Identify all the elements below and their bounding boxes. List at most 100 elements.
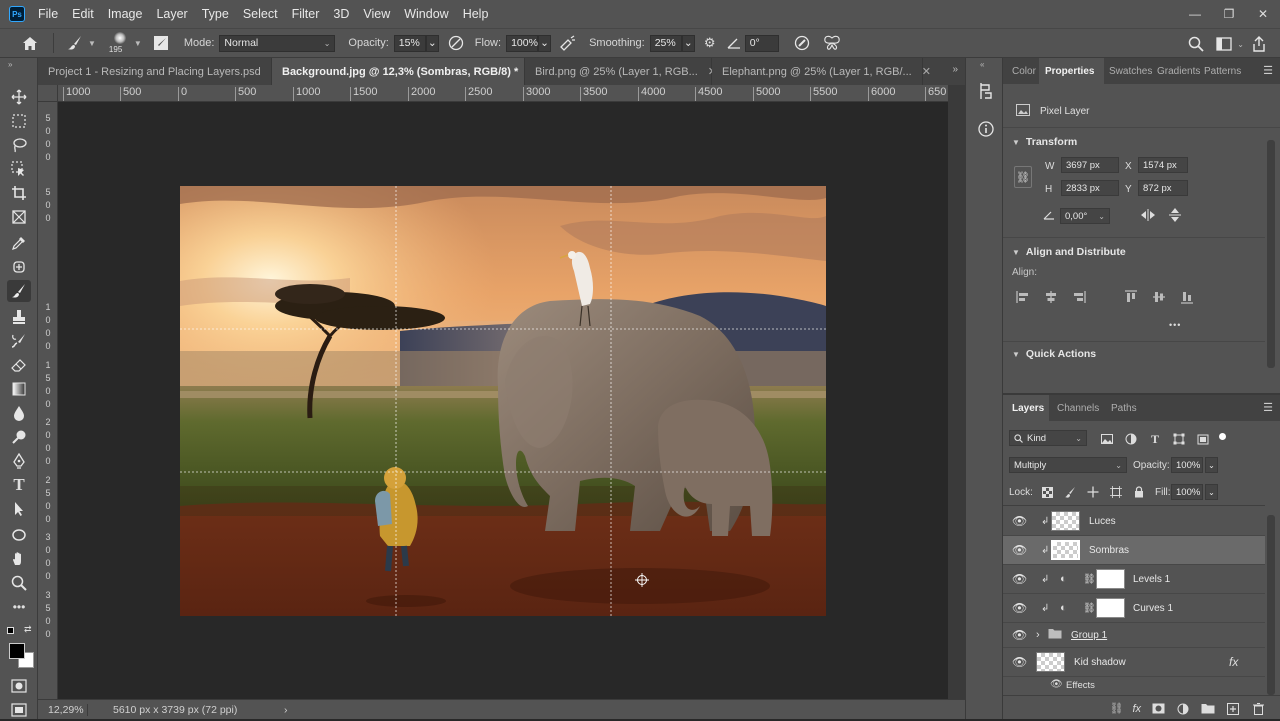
lock-pixels-icon[interactable] xyxy=(1062,484,1078,500)
blur-tool-icon[interactable] xyxy=(7,402,31,424)
search-icon[interactable] xyxy=(1185,34,1207,54)
pressure-size-icon[interactable] xyxy=(791,33,813,53)
object-selection-tool-icon[interactable] xyxy=(7,158,31,180)
rotation-input[interactable]: 0,00° ⌄ xyxy=(1060,208,1110,224)
zoom-tool-icon[interactable] xyxy=(7,572,31,594)
info-panel-icon[interactable] xyxy=(975,118,997,140)
fill-dropdown-icon[interactable]: ⌄ xyxy=(1205,484,1218,500)
layer-row-curves-1[interactable]: 👁 ↲ ◐ ⛓ Curves 1 xyxy=(1003,594,1265,623)
effects-row[interactable]: 👁 Effects xyxy=(1003,677,1265,695)
mode-select[interactable]: Normal ⌄ xyxy=(219,34,336,52)
screen-mode-icon[interactable] xyxy=(7,699,31,721)
tab-color[interactable]: Color xyxy=(1003,58,1039,84)
ellipse-tool-icon[interactable] xyxy=(7,524,31,546)
more-align-options-icon[interactable]: ••• xyxy=(1169,320,1181,330)
opacity-dropdown-icon[interactable]: ⌄ xyxy=(425,34,439,52)
add-layer-style-icon[interactable]: fx xyxy=(1132,703,1141,715)
swap-colors-icon[interactable]: ⇄ xyxy=(24,624,32,635)
default-colors-icon[interactable] xyxy=(7,627,14,634)
healing-brush-tool-icon[interactable] xyxy=(7,256,31,278)
filter-pixel-icon[interactable] xyxy=(1099,431,1115,447)
smoothing-input[interactable]: 25% xyxy=(649,34,682,52)
brush-settings-icon[interactable] xyxy=(150,33,172,53)
smoothing-dropdown-icon[interactable]: ⌄ xyxy=(681,34,695,52)
visibility-eye-icon[interactable]: 👁 xyxy=(1012,655,1027,669)
tab-elephant-png[interactable]: Elephant.png @ 25% (Layer 1, RGB/... ✕ xyxy=(712,58,931,85)
layer-row-kid-shadow[interactable]: 👁 Kid shadow fx xyxy=(1003,648,1265,677)
brush-size-dropdown-icon[interactable]: ▼ xyxy=(134,39,142,48)
eyedropper-tool-icon[interactable] xyxy=(7,232,31,254)
history-brush-tool-icon[interactable] xyxy=(7,330,31,352)
layer-row-levels-1[interactable]: 👁 ↲ ◐ ⛓ Levels 1 xyxy=(1003,565,1265,594)
visibility-eye-icon[interactable]: 👁 xyxy=(1012,572,1027,586)
frame-tool-icon[interactable] xyxy=(7,206,31,228)
menu-layer[interactable]: Layer xyxy=(149,7,194,21)
hand-tool-icon[interactable] xyxy=(7,548,31,570)
menu-filter[interactable]: Filter xyxy=(285,7,327,21)
horizontal-ruler[interactable]: 1000 500 0 500 1000 1500 2000 2500 3000 … xyxy=(58,85,948,102)
flip-vertical-icon[interactable] xyxy=(1169,207,1181,226)
align-horizontal-center-icon[interactable] xyxy=(1043,289,1059,305)
flow-dropdown-icon[interactable]: ⌄ xyxy=(538,34,552,52)
filter-adjustment-icon[interactable] xyxy=(1123,431,1139,447)
layer-name[interactable]: Sombras xyxy=(1089,545,1129,556)
menu-select[interactable]: Select xyxy=(236,7,285,21)
layer-opacity-dropdown-icon[interactable]: ⌄ xyxy=(1205,457,1218,473)
link-layers-icon[interactable]: ⛓ xyxy=(1109,702,1123,715)
mask-link-icon[interactable]: ⛓ xyxy=(1083,603,1096,614)
lock-position-icon[interactable] xyxy=(1085,484,1101,500)
brush-angle-input[interactable]: 0° xyxy=(744,34,779,52)
lock-transparent-icon[interactable] xyxy=(1039,484,1055,500)
filter-shape-icon[interactable] xyxy=(1171,431,1187,447)
move-tool-icon[interactable] xyxy=(7,86,31,108)
panel-menu-icon[interactable]: ☰ xyxy=(1263,64,1273,77)
eraser-tool-icon[interactable] xyxy=(7,354,31,376)
menu-image[interactable]: Image xyxy=(101,7,150,21)
layers-scrollbar[interactable] xyxy=(1267,515,1275,695)
blend-mode-select[interactable]: Multiply ⌄ xyxy=(1009,457,1127,473)
filter-smart-object-icon[interactable] xyxy=(1195,431,1211,447)
visibility-eye-icon[interactable]: 👁 xyxy=(1012,628,1027,642)
tab-swatches[interactable]: Swatches xyxy=(1104,58,1152,84)
close-window-button[interactable]: ✕ xyxy=(1246,7,1280,21)
gradient-tool-icon[interactable] xyxy=(7,378,31,400)
expand-panels-icon[interactable]: « xyxy=(980,60,984,69)
layer-effects-icon[interactable]: fx xyxy=(1229,655,1238,669)
home-icon[interactable] xyxy=(19,33,41,53)
effects-visibility-eye-icon[interactable]: 👁 xyxy=(1050,679,1063,690)
layer-name[interactable]: Kid shadow xyxy=(1074,657,1126,668)
layer-name[interactable]: Curves 1 xyxy=(1133,603,1173,614)
link-dimensions-icon[interactable]: ⛓ xyxy=(1014,166,1032,188)
layer-name[interactable]: Group 1 xyxy=(1071,630,1107,641)
path-selection-tool-icon[interactable] xyxy=(7,498,31,520)
layer-row-sombras[interactable]: 👁 ↲ Sombras xyxy=(1003,536,1265,565)
height-input[interactable]: 2833 px xyxy=(1061,180,1119,196)
workspace-icon[interactable] xyxy=(1213,34,1235,54)
status-menu-icon[interactable]: › xyxy=(274,704,288,716)
document-canvas[interactable] xyxy=(180,186,826,616)
align-right-icon[interactable] xyxy=(1071,289,1087,305)
tab-gradients[interactable]: Gradients xyxy=(1152,58,1200,84)
menu-file[interactable]: File xyxy=(31,7,65,21)
new-layer-icon[interactable] xyxy=(1225,701,1241,717)
layer-row-group-1[interactable]: 👁 › Group 1 xyxy=(1003,623,1265,648)
transform-section-header[interactable]: ▼ Transform xyxy=(1012,136,1077,148)
menu-help[interactable]: Help xyxy=(456,7,496,21)
close-icon[interactable]: ✕ xyxy=(922,65,931,78)
layer-name[interactable]: Luces xyxy=(1089,516,1116,527)
x-input[interactable]: 1574 px xyxy=(1138,157,1188,173)
properties-scrollbar[interactable] xyxy=(1267,140,1275,368)
tab-layers[interactable]: Layers xyxy=(1003,395,1049,421)
layer-row-luces[interactable]: 👁 ↲ Luces xyxy=(1003,507,1265,536)
quick-actions-section-header[interactable]: ▼ Quick Actions xyxy=(1012,348,1096,360)
color-swap-controls[interactable]: ⇄ xyxy=(7,624,33,638)
marquee-tool-icon[interactable] xyxy=(7,110,31,132)
layer-name[interactable]: Levels 1 xyxy=(1133,574,1170,585)
filter-toggle-icon[interactable] xyxy=(1219,432,1226,440)
fill-input[interactable]: 100% xyxy=(1171,484,1203,500)
lock-artboard-icon[interactable] xyxy=(1108,484,1124,500)
menu-view[interactable]: View xyxy=(356,7,397,21)
tab-channels[interactable]: Channels xyxy=(1049,395,1103,421)
vertical-scrollbar[interactable] xyxy=(948,85,965,699)
align-section-header[interactable]: ▼ Align and Distribute xyxy=(1012,246,1126,258)
